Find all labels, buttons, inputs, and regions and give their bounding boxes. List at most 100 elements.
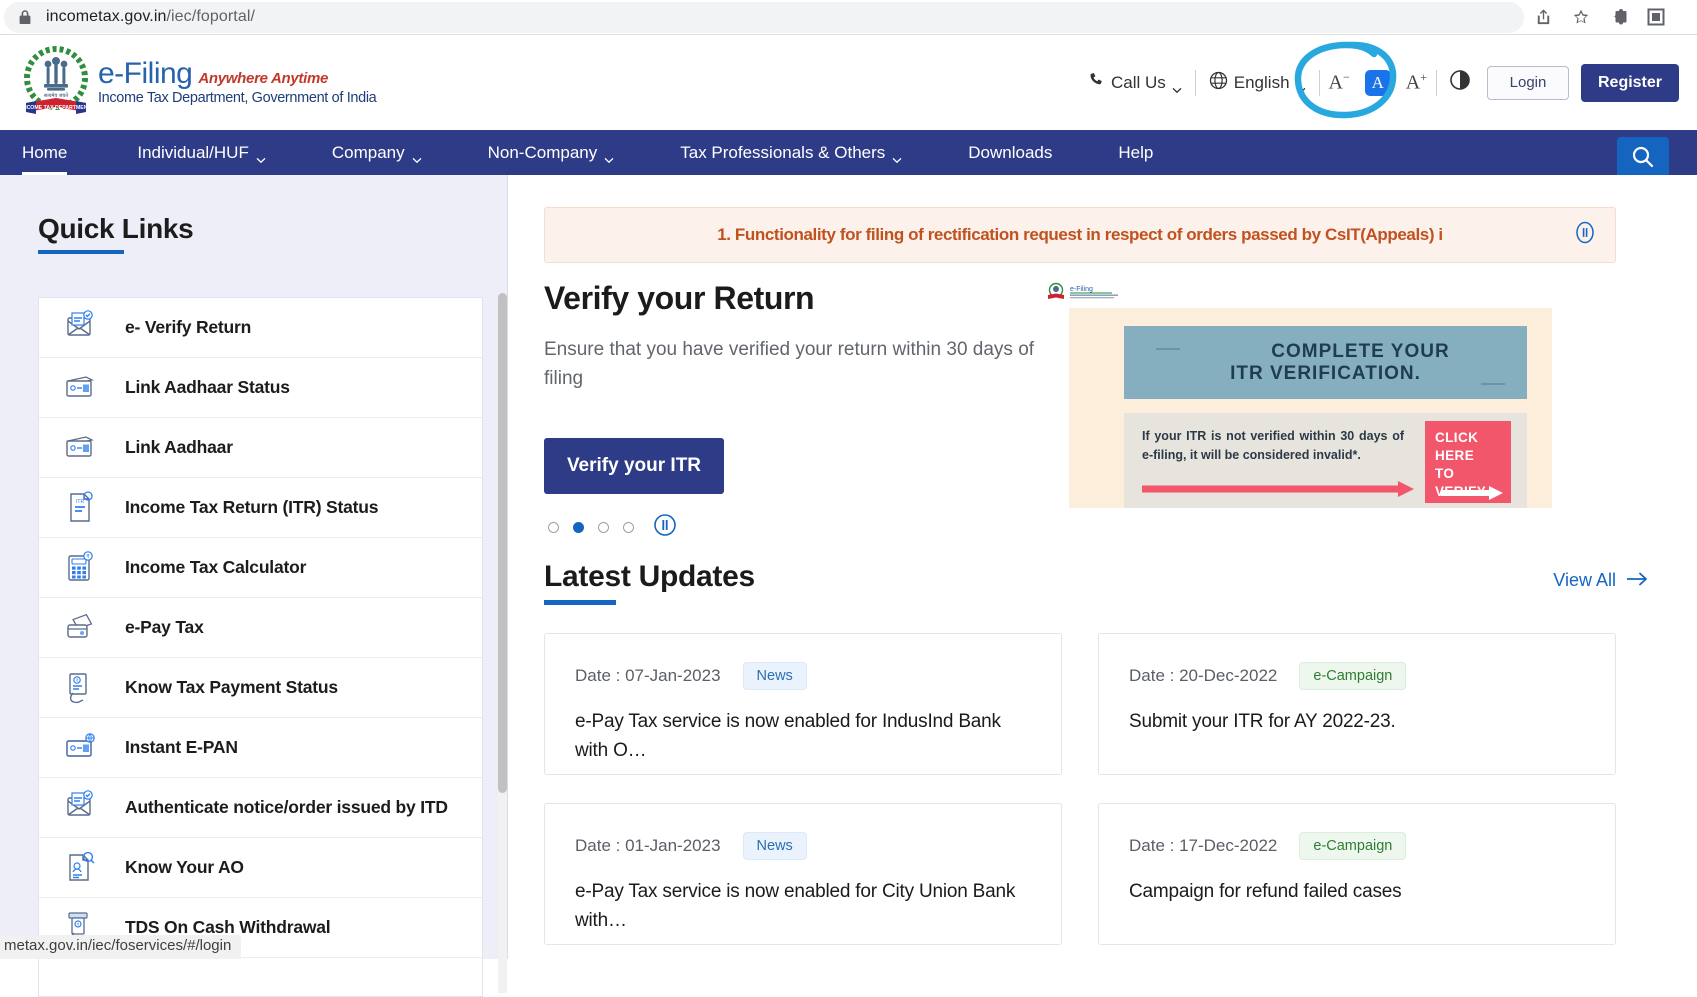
decor-dash (1156, 348, 1180, 350)
banner-cta-line2: HERE (1435, 447, 1511, 465)
bookmark-star-icon[interactable] (1571, 7, 1591, 27)
header-utility-bar: Call Us English A− A A+ Login Register (1075, 35, 1679, 130)
hero-banner-image[interactable]: e-Filing COMPLETE YOUR ITR VERIFICATION.… (1044, 280, 1552, 508)
font-decrease-button[interactable]: A− (1320, 70, 1359, 95)
extensions-puzzle-icon[interactable] (1609, 7, 1629, 27)
url-path: /iec/foportal/ (166, 8, 255, 25)
font-increase-button[interactable]: A+ (1397, 70, 1436, 95)
sidebar-item-epay-tax[interactable]: e-Pay Tax (39, 598, 482, 658)
chevron-down-icon (412, 149, 422, 156)
sidebar-item-everify-return[interactable]: e- Verify Return (39, 298, 482, 358)
sidebar-item-label: Know Your AO (125, 857, 244, 878)
nav-item-non-company[interactable]: Non-Company (488, 130, 615, 175)
sidebar-item-label: e- Verify Return (125, 317, 251, 338)
font-decrease-label: A (1329, 72, 1343, 94)
banner-cta-line3: TO (1435, 465, 1511, 483)
address-bar[interactable]: incometax.gov.in/iec/foportal/ (4, 2, 1524, 33)
sidebar-item-label: Income Tax Return (ITR) Status (125, 497, 378, 518)
carousel-dot-2[interactable] (573, 522, 584, 533)
carousel-dot-1[interactable] (548, 522, 559, 533)
banner-headline-line1: COMPLETE YOUR (1271, 341, 1449, 363)
sidebar-item-authenticate-notice[interactable]: Authenticate notice/order issued by ITD (39, 778, 482, 838)
sidebar-item-label: Income Tax Calculator (125, 557, 306, 578)
update-card[interactable]: Date : 20-Dec-2022 e-Campaign Submit you… (1098, 633, 1616, 775)
register-button[interactable]: Register (1581, 64, 1679, 102)
brand-tagline: Anywhere Anytime (198, 70, 328, 87)
brand-text: e-Filing Anywhere Anytime Income Tax Dep… (98, 59, 376, 107)
view-all-link[interactable]: View All (1553, 570, 1649, 591)
site-header: सत्यमेव जयते INCOME TAX DEPARTMENT e-Fil… (0, 35, 1697, 130)
banner-efiling-logo: e-Filing (1046, 282, 1138, 302)
svg-text:e-Filing: e-Filing (1070, 286, 1093, 293)
nav-item-help[interactable]: Help (1118, 130, 1153, 175)
banner-detail-block: If your ITR is not verified within 30 da… (1124, 413, 1527, 508)
call-us-menu[interactable]: Call Us (1075, 72, 1195, 94)
update-card[interactable]: Date : 07-Jan-2023 News e-Pay Tax servic… (544, 633, 1062, 775)
site-logo[interactable]: सत्यमेव जयते INCOME TAX DEPARTMENT e-Fil… (22, 46, 376, 120)
browser-window-icon[interactable] (1647, 8, 1665, 26)
pause-icon[interactable] (1573, 221, 1597, 250)
envelope-check-icon (61, 309, 101, 347)
nav-item-tax-professionals[interactable]: Tax Professionals & Others (680, 130, 902, 175)
card-header: Date : 07-Jan-2023 News (575, 662, 1031, 690)
envelope-check-icon (61, 789, 101, 827)
carousel-pagination (548, 512, 678, 543)
calculator-icon: ₹ (61, 549, 101, 587)
person-search-icon (61, 849, 101, 887)
card-text: e-Pay Tax service is now enabled for Cit… (575, 878, 1031, 935)
card-date: Date : 01-Jan-2023 (575, 836, 721, 856)
card-text: e-Pay Tax service is now enabled for Ind… (575, 708, 1031, 765)
carousel-dot-4[interactable] (623, 522, 634, 533)
india-emblem-icon: सत्यमेव जयते INCOME TAX DEPARTMENT (22, 46, 90, 120)
font-normal-button[interactable]: A (1365, 70, 1391, 96)
document-clock-icon: ITR (61, 489, 101, 527)
nav-item-company[interactable]: Company (332, 130, 422, 175)
share-icon[interactable] (1534, 8, 1553, 27)
login-button[interactable]: Login (1487, 66, 1569, 100)
banner-arrow-icon (1142, 480, 1420, 498)
update-card[interactable]: Date : 01-Jan-2023 News e-Pay Tax servic… (544, 803, 1062, 945)
sidebar-item-know-tax-payment-status[interactable]: ₹ Know Tax Payment Status (39, 658, 482, 718)
nav-item-downloads[interactable]: Downloads (968, 130, 1052, 175)
update-card[interactable]: Date : 17-Dec-2022 e-Campaign Campaign f… (1098, 803, 1616, 945)
sidebar-item-know-your-ao[interactable]: Know Your AO (39, 838, 482, 898)
nav-label: Downloads (968, 143, 1052, 163)
phone-icon (1088, 72, 1105, 94)
nav-label: Individual/HUF (137, 143, 249, 163)
banner-headline-line2: ITR VERIFICATION. (1230, 363, 1421, 385)
banner-body-text: If your ITR is not verified within 30 da… (1142, 427, 1404, 465)
main-content: 1. Functionality for filing of rectifica… (508, 175, 1697, 959)
language-label: English (1234, 73, 1290, 93)
quick-links-title: Quick Links (38, 213, 193, 245)
banner-arrow-white-icon (1437, 484, 1507, 502)
sidebar-scrollbar-thumb[interactable] (498, 293, 507, 793)
language-selector[interactable]: English (1196, 71, 1319, 95)
sidebar-item-label: Link Aadhaar Status (125, 377, 290, 398)
sidebar-item-instant-epan[interactable]: Instant E-PAN (39, 718, 482, 778)
status-badge: e-Campaign (1299, 662, 1406, 690)
sidebar-item-link-aadhaar-status[interactable]: Link Aadhaar Status (39, 358, 482, 418)
view-all-label: View All (1553, 570, 1616, 591)
carousel-dot-3[interactable] (598, 522, 609, 533)
card-text: Submit your ITR for AY 2022-23. (1129, 708, 1585, 737)
contrast-toggle-icon[interactable] (1449, 69, 1471, 96)
carousel-pause-icon[interactable] (652, 512, 678, 543)
latest-updates-title: Latest Updates (544, 560, 755, 594)
font-increase-label: A (1406, 72, 1420, 94)
sidebar-item-itr-status[interactable]: ITR Income Tax Return (ITR) Status (39, 478, 482, 538)
nav-item-individual-huf[interactable]: Individual/HUF (137, 130, 266, 175)
status-badge: e-Campaign (1299, 832, 1406, 860)
title-underline (38, 250, 124, 254)
sidebar-item-link-aadhaar[interactable]: Link Aadhaar (39, 418, 482, 478)
nav-label: Tax Professionals & Others (680, 143, 885, 163)
lock-icon (18, 9, 32, 25)
sidebar-item-income-tax-calculator[interactable]: ₹ Income Tax Calculator (39, 538, 482, 598)
nav-item-home[interactable]: Home (22, 130, 67, 175)
font-normal-label: A (1372, 73, 1384, 93)
banner-headline-block: COMPLETE YOUR ITR VERIFICATION. (1124, 326, 1527, 399)
sidebar-item-label: Link Aadhaar (125, 437, 233, 458)
wallet-card-icon (61, 609, 101, 647)
hero-subtitle: Ensure that you have verified your retur… (544, 335, 1044, 394)
browser-status-bar: metax.gov.in/iec/foservices/#/login (0, 935, 241, 959)
verify-itr-button[interactable]: Verify your ITR (544, 438, 724, 494)
